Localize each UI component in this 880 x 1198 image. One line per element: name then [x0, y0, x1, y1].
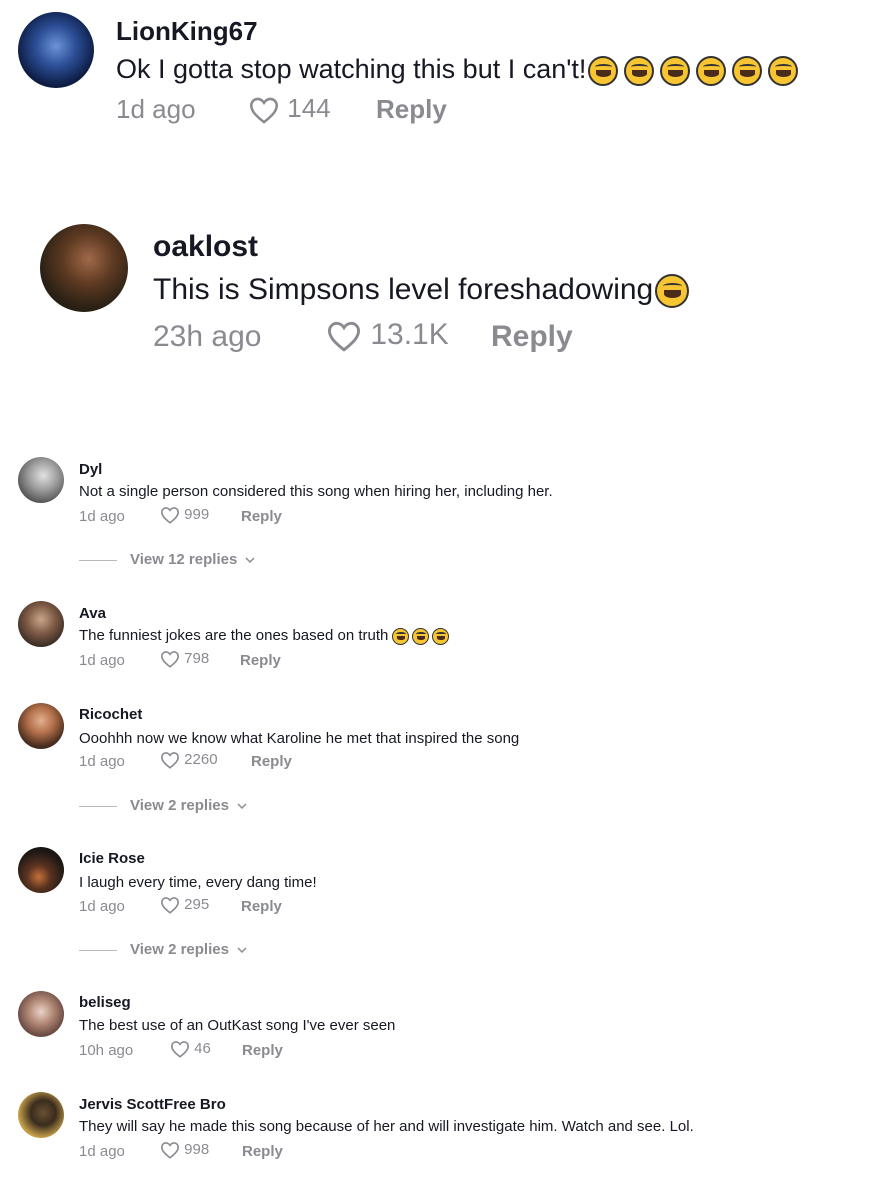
like-count: 295 [184, 896, 210, 913]
reply-button[interactable]: Reply [242, 1143, 283, 1160]
reply-button[interactable]: Reply [251, 753, 292, 770]
comment-username[interactable]: oaklost [153, 230, 258, 264]
comment-username[interactable]: Ricochet [79, 706, 142, 723]
avatar[interactable] [18, 457, 64, 503]
comment-username[interactable]: beliseg [79, 994, 131, 1011]
view-replies-button[interactable]: View 12 replies [130, 551, 255, 568]
heart-outline-icon [160, 897, 180, 914]
comment-username[interactable]: LionKing67 [116, 16, 258, 47]
like-count: 2260 [184, 751, 218, 768]
comment-timestamp: 1d ago [79, 898, 125, 915]
reply-button[interactable]: Reply [242, 1042, 283, 1059]
rolling-laughing-emoji [732, 55, 763, 86]
rolling-laughing-emoji [412, 627, 430, 645]
reply-button[interactable]: Reply [491, 320, 573, 354]
comment-text: They will say he made this song because … [79, 1118, 694, 1135]
like-button[interactable]: 144 [248, 93, 331, 124]
heart-outline-icon [160, 752, 180, 769]
comment-username[interactable]: Ava [79, 605, 106, 622]
like-button[interactable]: 295 [160, 896, 209, 914]
heart-outline-icon [160, 651, 180, 668]
comment-text-body: This is Simpsons level foreshadowing [153, 273, 654, 306]
heart-outline-icon [170, 1041, 190, 1058]
rolling-laughing-emoji [660, 55, 691, 86]
comment-timestamp: 1d ago [116, 94, 196, 124]
like-count: 46 [194, 1040, 211, 1057]
comment-text: The funniest jokes are the ones based on… [79, 627, 450, 645]
comment-text: This is Simpsons level foreshadowing [153, 273, 690, 309]
avatar[interactable] [18, 12, 94, 88]
comment-text: I laugh every time, every dang time! [79, 874, 317, 891]
like-button[interactable]: 13.1K [326, 318, 449, 352]
divider [79, 560, 117, 561]
like-count: 144 [287, 93, 331, 123]
comment-text: The best use of an OutKast song I've eve… [79, 1017, 396, 1034]
avatar[interactable] [40, 224, 128, 312]
comment-text: Ok I gotta stop watching this but I can'… [116, 54, 799, 86]
heart-outline-icon [160, 507, 180, 524]
heart-outline-icon [327, 321, 361, 352]
divider [79, 806, 117, 807]
view-replies-button[interactable]: View 2 replies [130, 941, 247, 958]
comment-timestamp: 1d ago [79, 652, 125, 669]
comment-text: Not a single person considered this song… [79, 483, 553, 500]
comment-text-body: The funniest jokes are the ones based on… [79, 627, 389, 644]
like-button[interactable]: 998 [160, 1141, 209, 1159]
comment-username[interactable]: Icie Rose [79, 850, 145, 867]
avatar[interactable] [18, 601, 64, 647]
comment-text: Ooohhh now we know what Karoline he met … [79, 730, 520, 747]
chevron-down-icon [237, 803, 247, 810]
view-replies-label: View 12 replies [130, 551, 238, 568]
like-count: 998 [184, 1141, 210, 1158]
view-replies-button[interactable]: View 2 replies [130, 797, 247, 814]
rolling-laughing-emoji [588, 55, 619, 86]
like-count: 13.1K [370, 318, 449, 351]
divider [79, 950, 117, 951]
rolling-laughing-emoji [624, 55, 655, 86]
rolling-laughing-emoji [768, 55, 799, 86]
rolling-laughing-emoji [392, 627, 410, 645]
comment-timestamp: 1d ago [79, 508, 125, 525]
reply-button[interactable]: Reply [241, 508, 282, 525]
rolling-laughing-emoji [432, 627, 450, 645]
view-replies-label: View 2 replies [130, 941, 229, 958]
like-count: 999 [184, 506, 210, 523]
grinning-squint-emoji [655, 274, 690, 309]
avatar[interactable] [18, 703, 64, 749]
comment-username[interactable]: Dyl [79, 461, 102, 478]
avatar[interactable] [18, 991, 64, 1037]
chevron-down-icon [245, 557, 255, 564]
like-button[interactable]: 2260 [160, 751, 218, 769]
comment-timestamp: 1d ago [79, 753, 125, 770]
heart-outline-icon [160, 1142, 180, 1159]
reply-button[interactable]: Reply [240, 652, 281, 669]
like-count: 798 [184, 650, 210, 667]
reply-button[interactable]: Reply [241, 898, 282, 915]
like-button[interactable]: 46 [170, 1040, 211, 1058]
view-replies-label: View 2 replies [130, 797, 229, 814]
reply-button[interactable]: Reply [376, 94, 447, 125]
comment-timestamp: 1d ago [79, 1143, 125, 1160]
comment-text-body: Ok I gotta stop watching this but I can'… [116, 54, 587, 84]
chevron-down-icon [237, 947, 247, 954]
comment-timestamp: 23h ago [153, 320, 262, 353]
heart-outline-icon [249, 97, 279, 124]
like-button[interactable]: 798 [160, 650, 209, 668]
like-button[interactable]: 999 [160, 506, 209, 524]
rolling-laughing-emoji [696, 55, 727, 86]
avatar[interactable] [18, 1092, 64, 1138]
comment-username[interactable]: Jervis ScottFree Bro [79, 1096, 226, 1113]
comment-timestamp: 10h ago [79, 1042, 134, 1059]
avatar[interactable] [18, 847, 64, 893]
